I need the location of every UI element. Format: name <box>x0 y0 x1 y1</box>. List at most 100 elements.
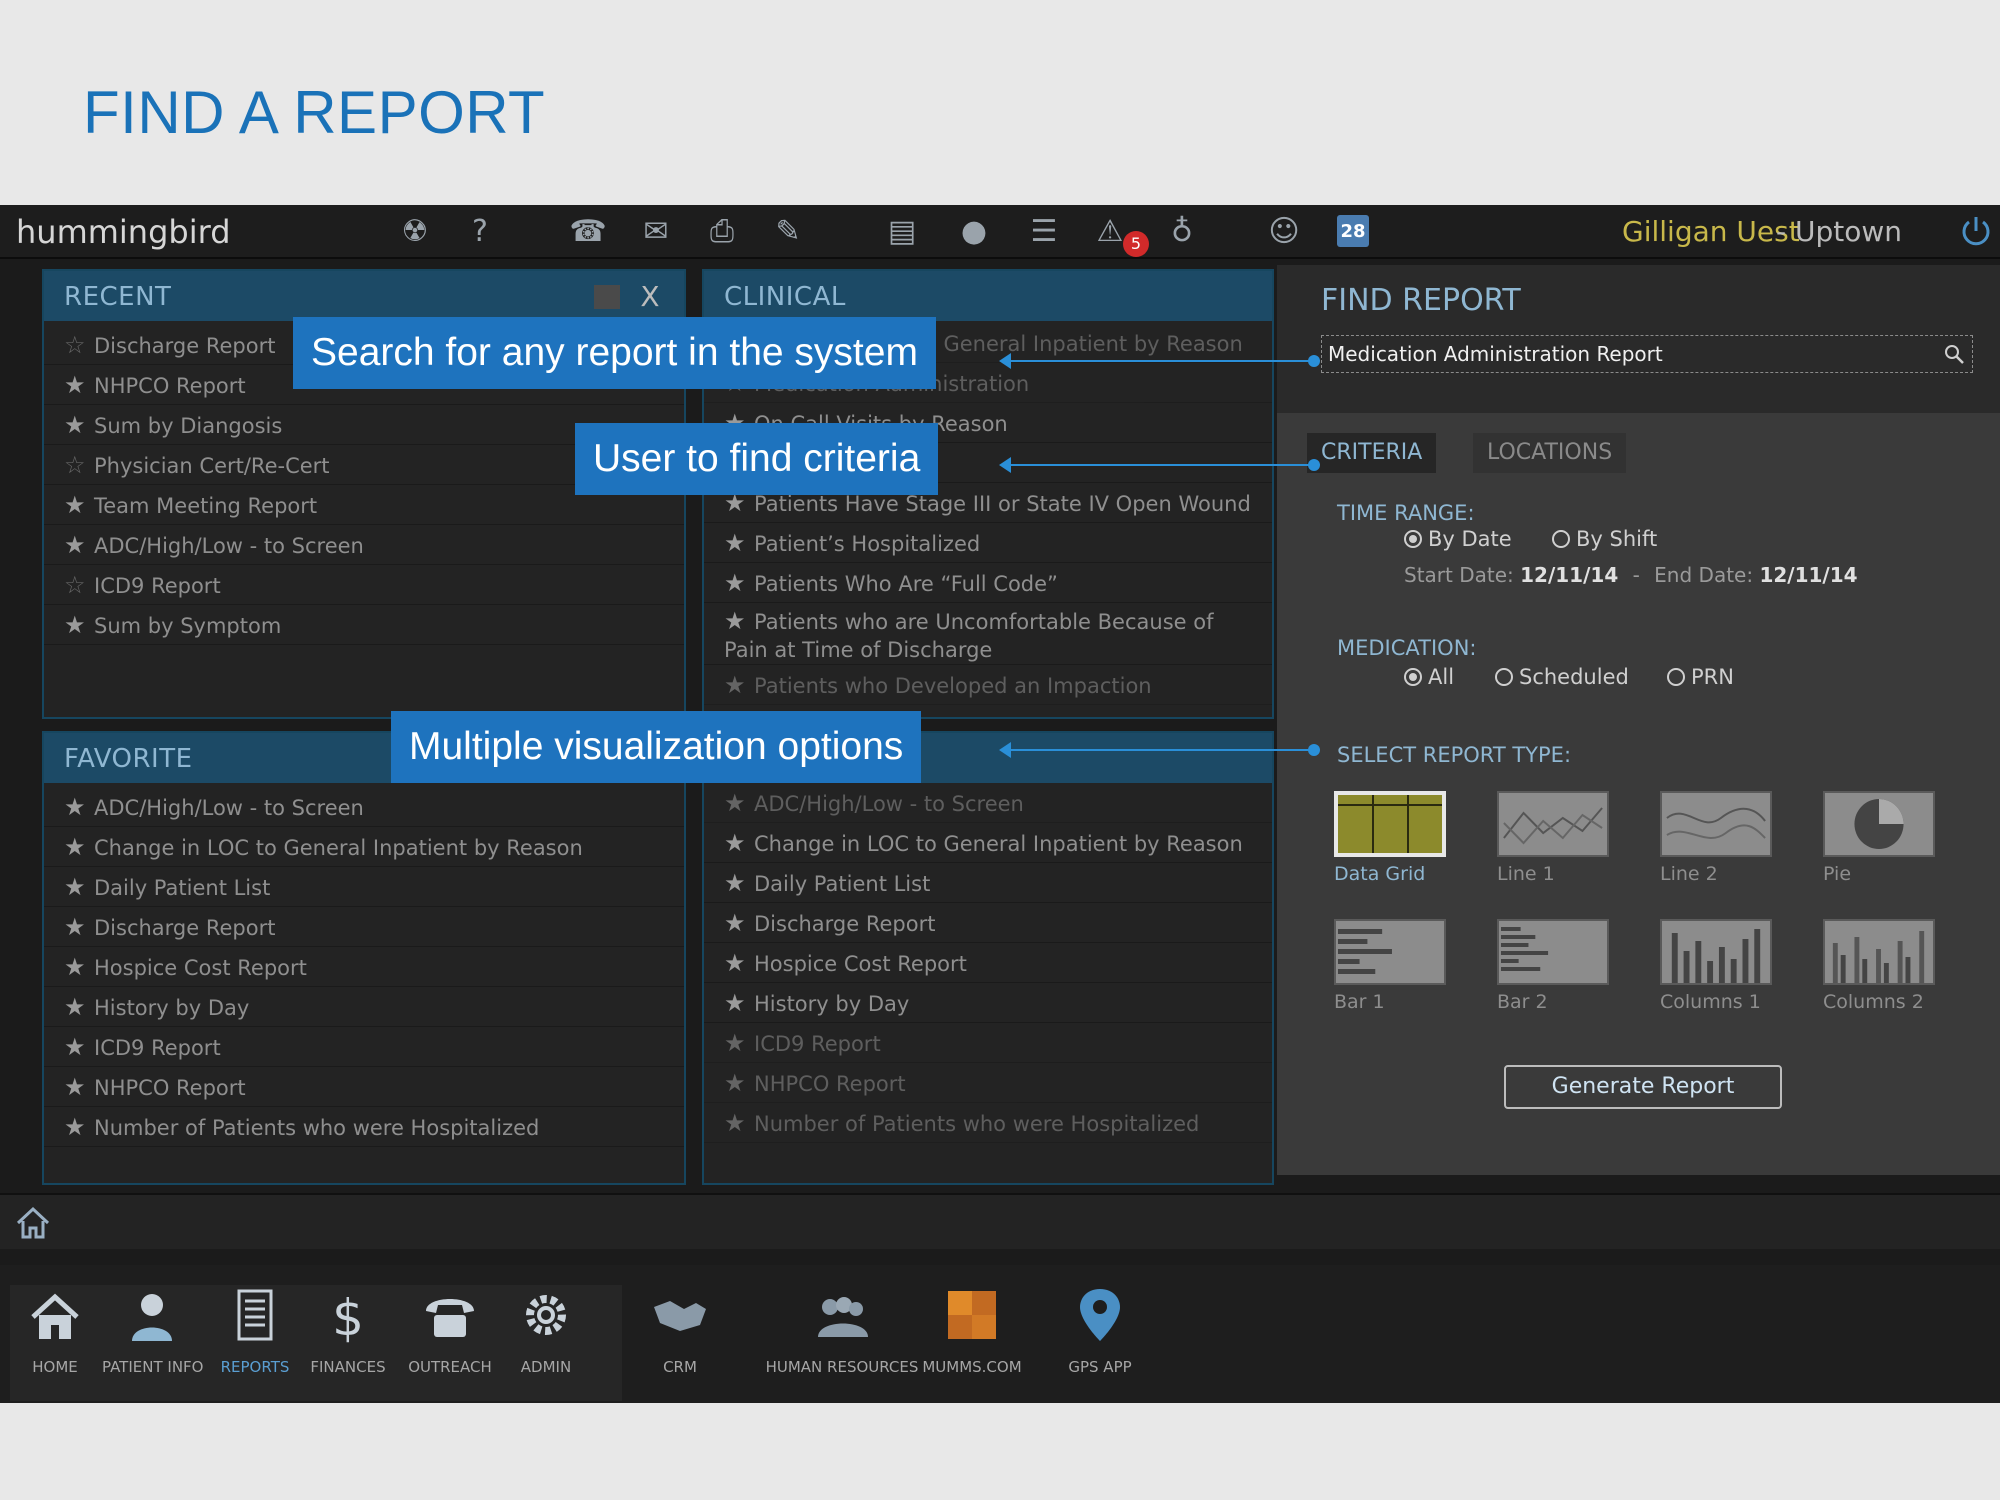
end-date-value[interactable]: 12/11/14 <box>1759 563 1857 587</box>
star-filled-icon[interactable]: ★ <box>64 867 94 906</box>
star-outline-icon[interactable]: ☆ <box>64 445 94 484</box>
nav-item-finances[interactable]: $ FINANCES <box>298 1285 398 1376</box>
report-type-bar-2[interactable]: Bar 2 <box>1497 919 1617 1013</box>
star-filled-icon[interactable]: ★ <box>724 823 754 862</box>
star-filled-icon[interactable]: ★ <box>64 405 94 444</box>
star-filled-icon[interactable]: ★ <box>64 525 94 564</box>
generate-report-button[interactable]: Generate Report <box>1504 1065 1782 1109</box>
list-item[interactable]: ★ Hospice Cost Report <box>44 947 684 987</box>
list-item[interactable]: ★ Patients Who Are “Full Code” <box>704 563 1272 603</box>
contact-icon[interactable]: ☺ <box>1264 213 1304 251</box>
radio-med-scheduled[interactable]: Scheduled <box>1495 665 1629 689</box>
report-search-input[interactable]: Medication Administration Report <box>1321 335 1973 373</box>
print-icon[interactable]: ⎙ <box>702 213 742 251</box>
star-outline-icon[interactable]: ☆ <box>64 325 94 364</box>
help-icon[interactable]: ? <box>460 213 500 251</box>
report-type-line-1[interactable]: Line 1 <box>1497 791 1617 885</box>
star-filled-icon[interactable]: ★ <box>724 863 754 902</box>
user-name[interactable]: Gilligan Uest <box>1622 215 1800 248</box>
star-filled-icon[interactable]: ★ <box>724 903 754 942</box>
nav-item-reports[interactable]: REPORTS <box>205 1285 305 1376</box>
nav-item-home[interactable]: HOME <box>5 1285 105 1376</box>
list-item[interactable]: ★ Patients who are Uncomfortable Because … <box>704 603 1272 665</box>
list-item[interactable]: ★ Discharge Report <box>44 907 684 947</box>
star-filled-icon[interactable]: ★ <box>724 563 754 602</box>
list-item[interactable]: ★Change in LOC to General Inpatient by R… <box>44 827 684 867</box>
report-type-columns-1[interactable]: Columns 1 <box>1660 919 1780 1013</box>
star-filled-icon[interactable]: ★ <box>724 1103 754 1142</box>
nav-item-gps-app[interactable]: GPS APP <box>1050 1285 1150 1376</box>
close-icon[interactable]: X <box>640 271 660 323</box>
list-item[interactable]: ★ ADC/High/Low - to Screen <box>44 525 684 565</box>
star-filled-icon[interactable]: ★ <box>64 1027 94 1066</box>
star-filled-icon[interactable]: ★ <box>724 783 754 822</box>
star-filled-icon[interactable]: ★ <box>724 1063 754 1102</box>
report-type-columns-2[interactable]: Columns 2 <box>1823 919 1943 1013</box>
list-item[interactable]: ★ History by Day <box>704 983 1272 1023</box>
nav-item-outreach[interactable]: OUTREACH <box>400 1285 500 1376</box>
report-type-data-grid[interactable]: Data Grid <box>1334 791 1454 885</box>
phone-icon[interactable]: ☎ <box>568 213 608 251</box>
list-item[interactable]: ★ ADC/High/Low - to Screen <box>44 787 684 827</box>
list-item[interactable]: ★Change in LOC to General Inpatient by R… <box>704 823 1272 863</box>
report-type-pie[interactable]: Pie <box>1823 791 1943 885</box>
list-item[interactable]: ★ ADC/High/Low - to Screen <box>704 783 1272 823</box>
start-date-value[interactable]: 12/11/14 <box>1520 563 1618 587</box>
radio-by-shift[interactable]: By Shift <box>1552 527 1657 551</box>
report-type-line-2[interactable]: Line 2 <box>1660 791 1780 885</box>
list-item[interactable]: ☆ ICD9 Report <box>44 565 684 605</box>
nav-item-patient-info[interactable]: PATIENT INFO <box>102 1285 203 1376</box>
star-filled-icon[interactable]: ★ <box>724 607 754 635</box>
nav-item-admin[interactable]: ADMIN <box>496 1285 596 1376</box>
report-icon[interactable]: ▤ <box>882 213 922 251</box>
star-filled-icon[interactable]: ★ <box>724 523 754 562</box>
list-item[interactable]: ★ Patient’s Hospitalized <box>704 523 1272 563</box>
list-icon[interactable]: ☰ <box>1024 213 1064 251</box>
list-item[interactable]: ★ Patients who Developed an Impaction <box>704 665 1272 705</box>
list-item[interactable]: ★ Number of Patients who were Hospitalize… <box>704 1103 1272 1143</box>
star-filled-icon[interactable]: ★ <box>724 665 754 704</box>
star-filled-icon[interactable]: ★ <box>64 485 94 524</box>
nav-item-crm[interactable]: CRM <box>630 1285 730 1376</box>
report-type-bar-1[interactable]: Bar 1 <box>1334 919 1454 1013</box>
star-filled-icon[interactable]: ★ <box>64 987 94 1026</box>
list-item[interactable]: ★ Number of Patients who were Hospitalize… <box>44 1107 684 1147</box>
list-item[interactable]: ★ ICD9 Report <box>44 1027 684 1067</box>
mail-icon[interactable]: ✉ <box>636 213 676 251</box>
list-item[interactable]: ★ Sum by Symptom <box>44 605 684 645</box>
nav-item-human-resources[interactable]: HUMAN RESOURCES <box>762 1285 922 1376</box>
pencil-icon[interactable]: ✎ <box>768 213 808 251</box>
list-item[interactable]: ★ NHPCO Report <box>704 1063 1272 1103</box>
list-item[interactable]: ★ Daily Patient List <box>44 867 684 907</box>
list-item[interactable]: ★ NHPCO Report <box>44 1067 684 1107</box>
radio-by-date[interactable]: By Date <box>1404 527 1512 551</box>
star-filled-icon[interactable]: ★ <box>724 943 754 982</box>
power-icon[interactable] <box>1958 213 1994 249</box>
tab-criteria[interactable]: CRITERIA <box>1307 433 1437 473</box>
lightbulb-icon[interactable]: ♁ <box>1162 213 1202 251</box>
star-filled-icon[interactable]: ★ <box>64 605 94 644</box>
star-filled-icon[interactable]: ★ <box>724 1023 754 1062</box>
home-icon[interactable] <box>14 1205 52 1241</box>
star-filled-icon[interactable]: ★ <box>64 907 94 946</box>
star-filled-icon[interactable]: ★ <box>64 1107 94 1146</box>
search-icon[interactable] <box>1942 342 1966 366</box>
radiation-icon[interactable]: ☢ <box>395 213 435 251</box>
user-location[interactable]: - Uptown <box>1776 215 1902 248</box>
list-item[interactable]: ★ Discharge Report <box>704 903 1272 943</box>
tab-locations[interactable]: LOCATIONS <box>1473 433 1627 473</box>
star-filled-icon[interactable]: ★ <box>64 787 94 826</box>
list-item[interactable]: ★ Daily Patient List <box>704 863 1272 903</box>
calendar-icon[interactable]: 28 <box>1337 215 1369 247</box>
star-filled-icon[interactable]: ★ <box>64 1067 94 1106</box>
nav-item-mumms-com[interactable]: MUMMS.COM <box>922 1285 1022 1376</box>
star-filled-icon[interactable]: ★ <box>724 983 754 1022</box>
list-item[interactable]: ★ History by Day <box>44 987 684 1027</box>
star-outline-icon[interactable]: ☆ <box>64 565 94 604</box>
star-filled-icon[interactable]: ★ <box>64 947 94 986</box>
star-filled-icon[interactable]: ★ <box>64 827 94 866</box>
chat-icon[interactable]: ● <box>954 213 994 251</box>
list-item[interactable]: ★ Hospice Cost Report <box>704 943 1272 983</box>
star-filled-icon[interactable]: ★ <box>64 365 94 404</box>
panel-settings-icon[interactable] <box>594 285 620 309</box>
